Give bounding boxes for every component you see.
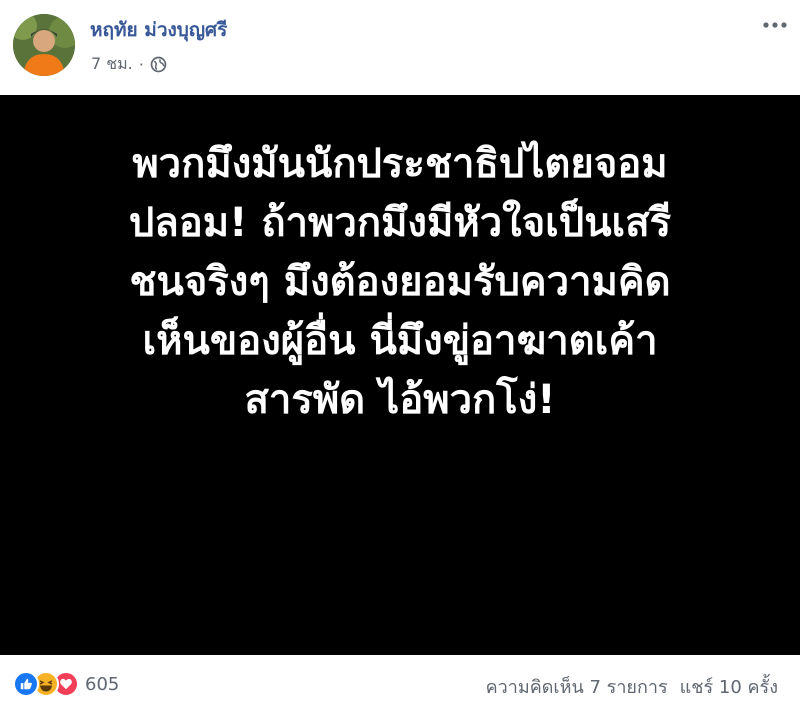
comments-count-link[interactable]: ความคิดเห็น 7 รายการ	[486, 672, 668, 701]
post-text-line: ปลอม! ถ้าพวกมึงมีหัวใจเป็นเสรี	[128, 200, 672, 246]
reactions-summary[interactable]: 605	[13, 669, 119, 699]
reaction-count[interactable]: 605	[85, 674, 119, 695]
avatar-photo	[13, 14, 75, 76]
avatar[interactable]	[13, 14, 75, 76]
post-text-line: พวกมึงมันนักประชาธิปไตยจอม	[132, 141, 668, 187]
post-image-text: พวกมึงมันนักประชาธิปไตยจอม ปลอม! ถ้าพวกม…	[20, 135, 780, 430]
author-name[interactable]: หฤทัย ม่วงบุญศรี	[90, 15, 227, 45]
more-options-icon[interactable]	[760, 14, 790, 36]
post-text-line: เห็นของผู้อื่น นี่มึงขู่อาฆาตเค้า	[142, 318, 658, 364]
post-time[interactable]: 7 ชม.	[91, 52, 133, 77]
like-icon	[13, 671, 39, 697]
post-stats: ความคิดเห็น 7 รายการ แชร์ 10 ครั้ง	[486, 672, 778, 701]
post-text-line: ชนจริงๆ มึงต้องยอมรับความคิด	[129, 259, 671, 305]
meta-separator: ·	[138, 55, 144, 74]
post-meta: 7 ชม. ·	[91, 52, 167, 77]
globe-icon[interactable]	[150, 56, 167, 73]
post-header: หฤทัย ม่วงบุญศรี 7 ชม. ·	[0, 0, 800, 95]
shares-count-link[interactable]: แชร์ 10 ครั้ง	[680, 672, 778, 701]
post-footer: 605 ความคิดเห็น 7 รายการ แชร์ 10 ครั้ง	[0, 655, 800, 715]
post-text-line: สารพัด ไอ้พวกโง่!	[244, 377, 556, 423]
